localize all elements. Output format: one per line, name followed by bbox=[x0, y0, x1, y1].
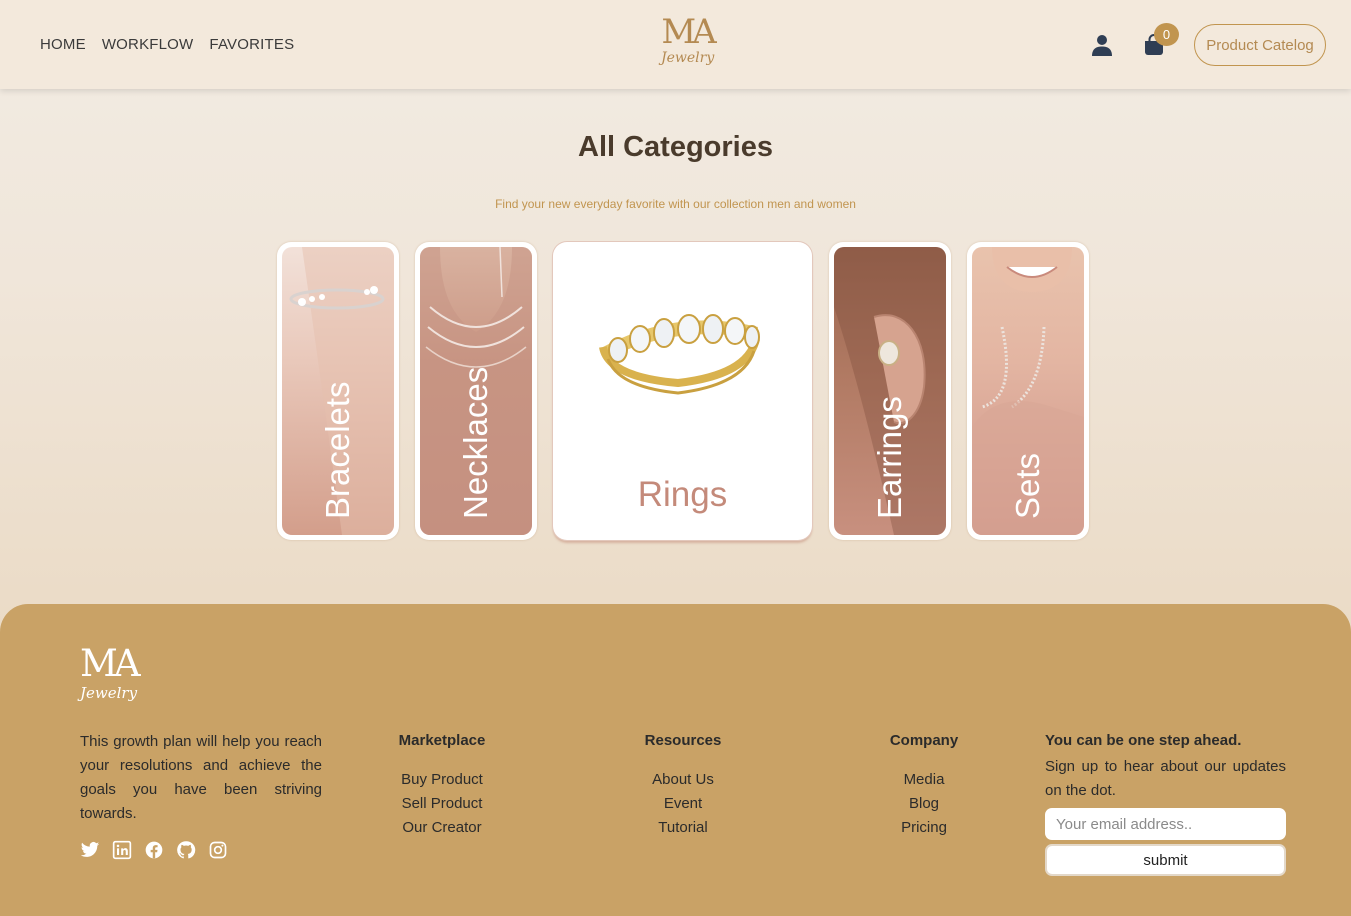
necklaces-image: Necklaces bbox=[420, 247, 532, 535]
newsletter-heading: You can be one step ahead. bbox=[1045, 732, 1242, 749]
category-card-necklaces[interactable]: Necklaces bbox=[415, 242, 537, 540]
nav-workflow-link[interactable]: WORKFLOW bbox=[102, 36, 194, 53]
footer-link-event[interactable]: Event bbox=[603, 792, 763, 816]
footer-link-blog[interactable]: Blog bbox=[844, 792, 1004, 816]
footer-link-buy-product[interactable]: Buy Product bbox=[362, 768, 522, 792]
footer-logo-subtitle: Jewelry bbox=[80, 684, 138, 702]
main-nav: HOME WORKFLOW FAVORITES bbox=[40, 36, 294, 53]
user-icon[interactable] bbox=[1090, 33, 1114, 57]
footer-link-about-us[interactable]: About Us bbox=[603, 768, 763, 792]
logo-subtitle: Jewelry bbox=[661, 50, 715, 66]
footer-link-our-creator[interactable]: Our Creator bbox=[362, 816, 522, 840]
cart-count-badge: 0 bbox=[1154, 23, 1179, 46]
footer-logo[interactable]: MA Jewelry bbox=[80, 642, 141, 710]
facebook-icon[interactable] bbox=[144, 840, 164, 860]
category-card-sets[interactable]: Sets bbox=[967, 242, 1089, 540]
nav-favorites-link[interactable]: FAVORITES bbox=[209, 36, 294, 53]
footer-link-pricing[interactable]: Pricing bbox=[844, 816, 1004, 840]
footer-heading-company: Company bbox=[889, 732, 959, 749]
newsletter-text: Sign up to hear about our updates on the… bbox=[1045, 758, 1286, 799]
footer-link-media[interactable]: Media bbox=[844, 768, 1004, 792]
navbar: HOME WORKFLOW FAVORITES MA Jewelry 0 Pro… bbox=[0, 0, 1351, 89]
instagram-icon[interactable] bbox=[208, 840, 228, 860]
github-icon[interactable] bbox=[176, 840, 196, 860]
category-card-earrings[interactable]: Earrings bbox=[829, 242, 951, 540]
logo-mark: MA bbox=[661, 12, 716, 52]
category-label-bracelets: Bracelets bbox=[319, 381, 356, 519]
footer-about-text: This growth plan will help you reach you… bbox=[80, 733, 322, 822]
sets-image: Sets bbox=[972, 247, 1084, 535]
footer-logo-mark: MA bbox=[80, 642, 141, 685]
necklaces-label-wrap: Necklaces bbox=[420, 339, 532, 519]
footer-column-resources: Resources About Us Event Tutorial bbox=[603, 730, 763, 840]
product-catalog-button[interactable]: Product Catelog bbox=[1194, 24, 1326, 66]
footer-link-sell-product[interactable]: Sell Product bbox=[362, 792, 522, 816]
newsletter-section: You can be one step ahead. Sign up to he… bbox=[1045, 730, 1286, 876]
rings-image: Rings bbox=[558, 247, 807, 535]
footer-link-tutorial[interactable]: Tutorial bbox=[603, 816, 763, 840]
nav-home-link[interactable]: HOME bbox=[40, 36, 86, 53]
earrings-label-wrap: Earrings bbox=[834, 339, 946, 519]
footer-heading-resources: Resources bbox=[644, 732, 722, 749]
bracelets-image: Bracelets bbox=[282, 247, 394, 535]
page-subtitle: Find your new everyday favorite with our… bbox=[495, 197, 856, 211]
page-title: All Categories bbox=[578, 131, 773, 163]
footer: MA Jewelry This growth plan will help yo… bbox=[0, 604, 1351, 916]
earrings-image: Earrings bbox=[834, 247, 946, 535]
footer-column-company: Company Media Blog Pricing bbox=[844, 730, 1004, 840]
linkedin-icon[interactable] bbox=[112, 840, 132, 860]
twitter-icon[interactable] bbox=[80, 840, 100, 860]
sets-label-wrap: Sets bbox=[972, 339, 1084, 519]
category-label-earrings: Earrings bbox=[871, 396, 908, 519]
social-links bbox=[80, 840, 228, 860]
category-card-rings[interactable]: Rings bbox=[553, 242, 812, 540]
category-label-sets: Sets bbox=[1009, 452, 1046, 519]
category-label-rings: Rings bbox=[637, 475, 728, 514]
category-card-bracelets[interactable]: Bracelets bbox=[277, 242, 399, 540]
brand-logo[interactable]: MA Jewelry bbox=[661, 12, 717, 74]
submit-button[interactable]: submit bbox=[1045, 844, 1286, 876]
footer-column-marketplace: Marketplace Buy Product Sell Product Our… bbox=[362, 730, 522, 840]
category-label-necklaces: Necklaces bbox=[457, 366, 494, 519]
email-field[interactable] bbox=[1045, 808, 1286, 840]
bracelets-label-wrap: Bracelets bbox=[282, 339, 394, 519]
footer-heading-marketplace: Marketplace bbox=[398, 732, 486, 749]
